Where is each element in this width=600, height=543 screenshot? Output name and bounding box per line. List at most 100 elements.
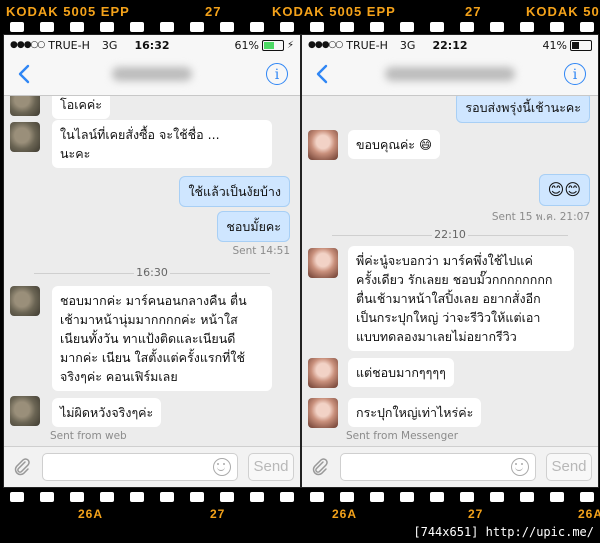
- film-frame-number: 26A: [78, 507, 104, 521]
- back-chevron-icon[interactable]: [312, 63, 334, 85]
- sprocket-hole: [400, 492, 414, 502]
- emoji-icon[interactable]: [213, 458, 231, 476]
- film-label: KODAK 5005 EPP: [6, 4, 130, 19]
- message-bubble-incoming: ขอบคุณค่ะ 😄: [348, 130, 441, 159]
- avatar: [10, 286, 40, 316]
- sprocket-hole: [340, 492, 354, 502]
- message-bubble-incoming: โอเคค่ะ: [52, 96, 110, 119]
- sprocket-hole: [10, 22, 24, 32]
- sprocket-hole: [220, 22, 234, 32]
- info-icon[interactable]: i: [564, 63, 586, 85]
- day-divider: 22:10: [302, 228, 598, 241]
- avatar: [10, 396, 40, 426]
- message-bubble-incoming: กระปุกใหญ่เท่าไหร่ค่ะ: [348, 398, 482, 427]
- message-bubble-incoming: ไม่ผิดหวังจริงๆค่ะ: [52, 398, 162, 427]
- chat-screen-left: ●●●○○ TRUE-H 3G 16:32 61% ⚡ i โอเคค่ะ ใน…: [3, 34, 301, 488]
- sprocket-hole: [10, 492, 24, 502]
- message-input[interactable]: [340, 453, 536, 481]
- message-bubble-incoming: พี่ค่ะนู๋จะบอกว่า มาร์คพึ่งใช้ไปแค่ ครั้…: [348, 246, 574, 351]
- sprocket-hole: [40, 492, 54, 502]
- film-label: KODAK 50: [526, 4, 600, 19]
- sprocket-hole: [100, 22, 114, 32]
- sprocket-hole: [340, 22, 354, 32]
- sprocket-hole: [190, 22, 204, 32]
- paperclip-icon[interactable]: [12, 457, 32, 477]
- sprocket-hole: [550, 492, 564, 502]
- message-bubble-outgoing: 😊😊: [538, 174, 590, 206]
- message-bubble-incoming: ชอบมากค่ะ มาร์คนอนกลางคืน ตื่น เช้ามาหน้…: [52, 286, 272, 391]
- day-divider: 16:30: [4, 266, 300, 279]
- sprocket-hole: [130, 492, 144, 502]
- chat-screen-right: ●●●○○ TRUE-H 3G 22:12 41% i รอบส่งพรุ่งน…: [301, 34, 599, 488]
- paperclip-icon[interactable]: [310, 457, 330, 477]
- composer-bar: Send: [302, 446, 598, 487]
- sprocket-hole: [160, 492, 174, 502]
- message-bubble-incoming: ในไลน์ที่เคยสั่งซื้อ จะใช้ชื่อ ... นะคะ: [52, 120, 272, 168]
- sprocket-hole: [490, 22, 504, 32]
- avatar: [308, 130, 338, 160]
- send-button[interactable]: Send: [248, 453, 294, 481]
- message-bubble-incoming: แต่ชอบมากๆๆๆๆ: [348, 358, 454, 387]
- sprocket-hole: [160, 22, 174, 32]
- sprocket-hole: [430, 22, 444, 32]
- sprocket-hole: [250, 492, 264, 502]
- avatar: [308, 358, 338, 388]
- watermark-text: [744x651] http://upic.me/: [413, 525, 594, 539]
- sprocket-hole: [280, 492, 294, 502]
- sprocket-hole: [580, 22, 594, 32]
- contact-name-blurred: [362, 65, 538, 83]
- message-list: รอบส่งพรุ่งนี้เช้านะคะ ขอบคุณค่ะ 😄 😊😊 Se…: [302, 96, 598, 447]
- film-frame-number: 26A: [332, 507, 358, 521]
- back-chevron-icon[interactable]: [14, 63, 36, 85]
- status-time: 22:12: [432, 38, 468, 52]
- status-bar: ●●●○○ TRUE-H 3G 22:12 41%: [302, 35, 598, 55]
- status-bar: ●●●○○ TRUE-H 3G 16:32 61% ⚡: [4, 35, 300, 55]
- sprocket-hole: [520, 492, 534, 502]
- sprocket-hole: [220, 492, 234, 502]
- nav-bar: i: [4, 55, 300, 96]
- status-time: 16:32: [134, 38, 170, 52]
- sprocket-hole: [250, 22, 264, 32]
- battery-icon: [261, 39, 284, 51]
- sprocket-hole: [310, 492, 324, 502]
- avatar: [10, 96, 40, 116]
- film-frame-number: 27: [210, 507, 226, 521]
- sent-source: Sent from web: [50, 430, 127, 442]
- film-frame-number: 26A: [578, 507, 600, 521]
- sprocket-hole: [370, 22, 384, 32]
- message-bubble-outgoing: ใช้แล้วเป็นงัยบ้าง: [179, 176, 290, 207]
- film-frame-number: 27: [468, 507, 484, 521]
- sprocket-hole: [130, 22, 144, 32]
- nav-bar: i: [302, 55, 598, 96]
- sprocket-hole: [70, 492, 84, 502]
- sprocket-hole: [190, 492, 204, 502]
- info-icon[interactable]: i: [266, 63, 288, 85]
- message-list: โอเคค่ะ ในไลน์ที่เคยสั่งซื้อ จะใช้ชื่อ .…: [4, 96, 300, 447]
- sent-time: Sent 15 พ.ค. 21:07: [491, 211, 590, 223]
- message-bubble-outgoing: รอบส่งพรุ่งนี้เช้านะคะ: [456, 96, 590, 123]
- sprocket-hole: [460, 492, 474, 502]
- message-bubble-outgoing: ชอบมั้ยคะ: [217, 211, 290, 242]
- emoji-icon[interactable]: [511, 458, 529, 476]
- sprocket-hole: [490, 492, 504, 502]
- message-input[interactable]: [42, 453, 238, 481]
- sprocket-hole: [400, 22, 414, 32]
- send-button[interactable]: Send: [546, 453, 592, 481]
- sprocket-hole: [280, 22, 294, 32]
- avatar: [308, 248, 338, 278]
- contact-name-blurred: [64, 65, 240, 83]
- sprocket-hole: [460, 22, 474, 32]
- film-frame-number: 27: [205, 4, 222, 19]
- avatar: [308, 398, 338, 428]
- sent-time: Sent 14:51: [232, 245, 291, 257]
- film-frame-number: 27: [465, 4, 482, 19]
- avatar: [10, 122, 40, 152]
- sprocket-hole: [70, 22, 84, 32]
- sprocket-hole: [40, 22, 54, 32]
- sprocket-hole: [550, 22, 564, 32]
- sprocket-hole: [520, 22, 534, 32]
- sent-source: Sent from Messenger: [346, 430, 459, 442]
- battery-icon: [570, 39, 592, 51]
- film-label: KODAK 5005 EPP: [272, 4, 396, 19]
- sprocket-hole: [310, 22, 324, 32]
